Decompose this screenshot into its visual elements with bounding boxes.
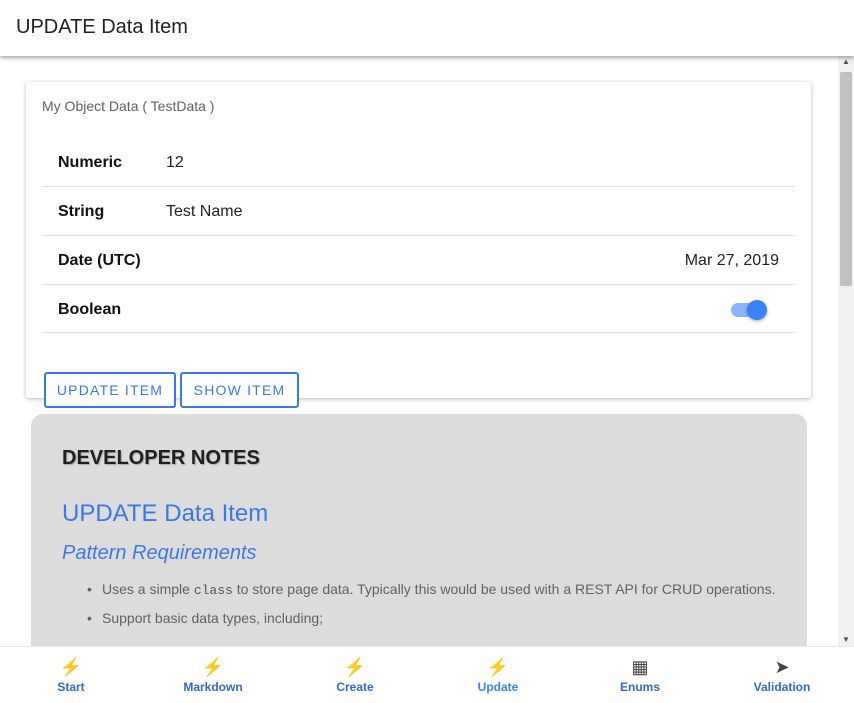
field-label: Numeric bbox=[58, 154, 123, 171]
nav-item-start[interactable]: ⚡ Start bbox=[0, 647, 142, 703]
update-item-button[interactable]: UPDATE ITEM bbox=[44, 372, 176, 408]
bolt-icon: ⚡ bbox=[59, 657, 83, 677]
field-value: Mar 27, 2019 bbox=[684, 252, 779, 269]
show-item-button[interactable]: SHOW ITEM bbox=[180, 372, 299, 408]
card-title: My Object Data ( TestData ) bbox=[42, 98, 215, 114]
main-content[interactable]: My Object Data ( TestData ) Numeric 12 S… bbox=[0, 56, 840, 646]
nav-label: Start bbox=[57, 680, 85, 694]
field-row-string: String Test Name bbox=[42, 187, 795, 236]
field-row-boolean: Boolean bbox=[42, 285, 795, 333]
field-label: String bbox=[58, 203, 105, 220]
nav-item-create[interactable]: ⚡ Create bbox=[284, 647, 426, 703]
notes-subtitle: Pattern Requirements bbox=[62, 542, 257, 564]
object-data-card: My Object Data ( TestData ) Numeric 12 S… bbox=[26, 82, 811, 408]
field-row-date: Date (UTC) Mar 27, 2019 bbox=[42, 236, 795, 285]
grid-icon: ▦ bbox=[631, 657, 649, 677]
list-item: Uses a simple class to store page data. … bbox=[87, 581, 776, 598]
scroll-up-arrow-icon[interactable]: ▲ bbox=[842, 58, 850, 66]
bullet-text: Uses a simple bbox=[102, 581, 194, 597]
page-title: UPDATE Data Item bbox=[16, 16, 188, 38]
nav-label: Validation bbox=[753, 680, 811, 694]
bullet-text: to store page data. Typically this would… bbox=[232, 581, 776, 597]
nav-item-markdown[interactable]: ⚡ Markdown bbox=[142, 647, 284, 703]
bolt-icon: ⚡ bbox=[486, 657, 510, 677]
notes-heading: DEVELOPER NOTES bbox=[62, 447, 260, 469]
send-icon: ➤ bbox=[774, 657, 790, 677]
nav-label: Create bbox=[336, 680, 374, 694]
developer-notes-panel: DEVELOPER NOTES UPDATE Data Item Pattern… bbox=[31, 414, 807, 646]
bottom-navigation: ⚡ Start ⚡ Markdown ⚡ Create ⚡ Update ▦ E… bbox=[0, 646, 854, 703]
nav-item-validation[interactable]: ➤ Validation bbox=[711, 647, 853, 703]
field-label: Date (UTC) bbox=[58, 252, 141, 269]
field-row-numeric: Numeric 12 bbox=[42, 138, 795, 187]
nav-item-update[interactable]: ⚡ Update bbox=[427, 647, 569, 703]
vertical-scrollbar[interactable]: ▲ ▼ bbox=[838, 56, 854, 646]
bullet-text: Support basic data types, including; bbox=[102, 610, 324, 626]
notes-title: UPDATE Data Item bbox=[62, 500, 269, 527]
field-label: Boolean bbox=[58, 301, 122, 318]
boolean-toggle[interactable] bbox=[731, 300, 767, 320]
scrollbar-thumb[interactable] bbox=[840, 72, 852, 286]
list-item: Support basic data types, including; bbox=[87, 610, 324, 626]
inline-code: class bbox=[193, 583, 233, 598]
scroll-down-arrow-icon[interactable]: ▼ bbox=[842, 636, 850, 644]
nav-label: Enums bbox=[619, 680, 660, 694]
nav-label: Update bbox=[477, 680, 519, 694]
field-value: Test Name bbox=[166, 203, 243, 220]
app-window: UPDATE Data Item ◀ My Object Data ( Test… bbox=[0, 0, 854, 703]
toggle-thumb bbox=[747, 300, 767, 320]
bolt-icon: ⚡ bbox=[343, 657, 367, 677]
field-value: 12 bbox=[166, 154, 184, 171]
nav-label: Markdown bbox=[183, 680, 243, 694]
nav-item-enums[interactable]: ▦ Enums bbox=[569, 647, 711, 703]
bolt-icon: ⚡ bbox=[201, 657, 225, 677]
app-bar: UPDATE Data Item bbox=[0, 0, 854, 56]
